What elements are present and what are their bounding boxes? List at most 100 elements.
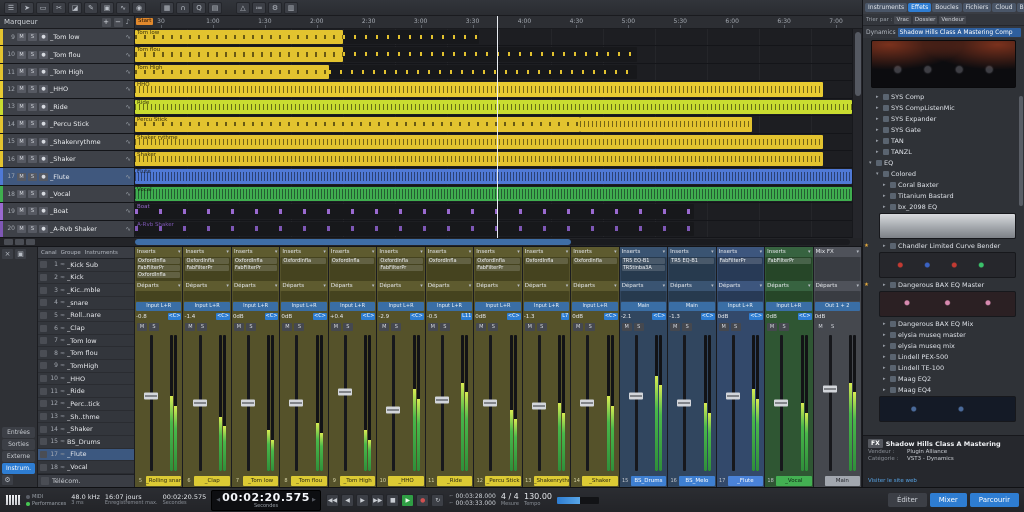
insert-slot[interactable]: TR5 EQ-B1 bbox=[621, 258, 666, 264]
track-solo-button[interactable]: S bbox=[28, 68, 37, 77]
strip-mute-button[interactable]: M bbox=[330, 322, 341, 331]
quantize-icon[interactable]: Q bbox=[192, 1, 206, 14]
track-mute-button[interactable]: M bbox=[17, 85, 26, 94]
record-time-field[interactable]: 16:07 jours Enregistrement max. bbox=[105, 494, 158, 507]
io-label[interactable]: Input L+R bbox=[426, 302, 473, 311]
channel-row[interactable]: 11 ≈ _Ride bbox=[38, 385, 134, 399]
strip-solo-button[interactable]: S bbox=[245, 322, 256, 331]
sends-header[interactable]: Départs ▾ bbox=[377, 281, 425, 291]
track-lane[interactable]: Shaker bbox=[135, 150, 852, 168]
strip-name[interactable]: _Rolling snare bbox=[146, 475, 182, 486]
browser-item[interactable]: ▸ Dangerous BAX EQ Mix bbox=[863, 318, 1024, 329]
fader-handle[interactable] bbox=[580, 399, 595, 407]
inserts-header[interactable]: Inserts ▾ bbox=[474, 247, 522, 257]
sends-header[interactable]: Départs ▾ bbox=[474, 281, 522, 291]
track-solo-button[interactable]: S bbox=[28, 137, 37, 146]
track-solo-button[interactable]: S bbox=[28, 120, 37, 129]
clip[interactable]: Percu Stick bbox=[135, 117, 580, 132]
gain-value[interactable]: -2.1 bbox=[621, 314, 632, 320]
insert-slot[interactable]: FabFilterPr bbox=[185, 265, 229, 271]
browser-item[interactable]: ★ ▸ Dangerous BAX EQ Master bbox=[863, 279, 1024, 290]
track-lane[interactable]: Tom flou bbox=[135, 46, 852, 63]
strip-solo-button[interactable]: S bbox=[391, 322, 402, 331]
track-record-button[interactable]: ● bbox=[39, 102, 48, 111]
gain-value[interactable]: 0dB bbox=[766, 314, 777, 320]
fader-handle[interactable] bbox=[192, 399, 207, 407]
fader-handle[interactable] bbox=[240, 399, 255, 407]
fader-handle[interactable] bbox=[531, 402, 546, 410]
sends-list[interactable] bbox=[329, 291, 376, 301]
insert-slot[interactable]: OxfordInfla bbox=[476, 258, 520, 264]
inserts-list[interactable]: OxfordInfla bbox=[426, 257, 473, 281]
strip-name[interactable]: _Tom High bbox=[339, 475, 376, 486]
stop-icon[interactable]: ■ bbox=[386, 493, 400, 507]
strip-solo-button[interactable]: S bbox=[536, 322, 547, 331]
plugin-thumbnail[interactable] bbox=[879, 291, 1016, 317]
sends-header[interactable]: Départs ▾ bbox=[716, 281, 765, 291]
mute-tool-icon[interactable]: ▣ bbox=[100, 1, 114, 14]
track-header[interactable]: 9 M S ● _Tom low ∿ bbox=[0, 29, 135, 46]
track-size-button[interactable] bbox=[4, 239, 13, 245]
pan-value[interactable]: <C> bbox=[216, 313, 230, 320]
column-canal[interactable]: Canal bbox=[41, 250, 57, 256]
track-header[interactable]: 17 M S ● _Flute ∿ bbox=[0, 168, 135, 185]
io-label[interactable]: Input L+R bbox=[475, 302, 521, 311]
strip-solo-button[interactable]: S bbox=[149, 322, 159, 331]
plugin-thumbnail[interactable] bbox=[879, 252, 1016, 278]
clip[interactable]: A-Rvb Shaker bbox=[135, 221, 695, 237]
track-lane[interactable]: Percu Stick bbox=[135, 116, 852, 133]
strip-solo-button[interactable]: S bbox=[342, 322, 353, 331]
fader-handle[interactable] bbox=[822, 385, 837, 393]
track-record-button[interactable]: ● bbox=[39, 68, 48, 77]
track-header[interactable]: 10 M S ● _Tom flou ∿ bbox=[0, 46, 135, 63]
split-tool-icon[interactable]: ✂ bbox=[52, 1, 66, 14]
inserts-header[interactable]: Inserts ▾ bbox=[135, 247, 183, 257]
inserts-list[interactable]: OxfordInfla FabFilterPr OxfordInfla bbox=[136, 257, 182, 281]
gear-icon[interactable]: ⚙ bbox=[2, 475, 13, 485]
tempo-field[interactable]: 130.00 Tempo bbox=[524, 493, 552, 507]
track-record-button[interactable]: ● bbox=[39, 172, 48, 181]
browser-item[interactable]: ▸ TANZL bbox=[863, 146, 1024, 157]
fader-handle[interactable] bbox=[628, 392, 643, 400]
inserts-list[interactable]: FabFilterPr bbox=[766, 257, 812, 281]
tab-fichiers[interactable]: Fichiers bbox=[962, 2, 992, 12]
clip[interactable]: Vocal bbox=[135, 186, 852, 202]
fader-handle[interactable] bbox=[144, 392, 159, 400]
browser-category[interactable]: Dynamics bbox=[866, 29, 896, 36]
browser-scrollbar-thumb[interactable] bbox=[1019, 96, 1023, 206]
tab-cloud[interactable]: Cloud bbox=[992, 2, 1016, 12]
gain-value[interactable]: -1.3 bbox=[669, 314, 680, 320]
strip-mute-button[interactable]: M bbox=[233, 322, 244, 331]
sends-header[interactable]: Départs ▾ bbox=[183, 281, 231, 291]
browser-item[interactable]: ▸ SYS CompListenMic bbox=[863, 102, 1024, 113]
track-size-button[interactable] bbox=[26, 239, 35, 245]
track-solo-button[interactable]: S bbox=[28, 33, 37, 42]
panel-icon[interactable]: ▥ bbox=[284, 1, 298, 14]
insert-slot[interactable]: FabFilterPr bbox=[476, 265, 520, 271]
clip[interactable]: HHO bbox=[135, 82, 824, 97]
sample-rate-field[interactable]: 48.0 kHz 3 ms bbox=[71, 494, 100, 507]
fader-handle[interactable] bbox=[434, 396, 449, 404]
inserts-list[interactable]: OxfordInfla FabFilterPr bbox=[184, 257, 230, 281]
strip-name[interactable]: _Vocal bbox=[776, 475, 812, 486]
step-forward-icon[interactable]: ▶ bbox=[356, 493, 370, 507]
fader-handle[interactable] bbox=[337, 388, 352, 396]
step-back-icon[interactable]: ◀ bbox=[341, 493, 355, 507]
position-unit-label[interactable]: Secondes bbox=[254, 503, 278, 509]
inserts-header[interactable]: Inserts ▾ bbox=[377, 247, 425, 257]
bank-instrum-button[interactable]: Instrum. bbox=[2, 463, 35, 474]
pan-value[interactable]: <C> bbox=[313, 313, 327, 320]
pan-value[interactable]: <C> bbox=[264, 313, 279, 320]
track-mute-button[interactable]: M bbox=[17, 172, 26, 181]
insert-slot[interactable]: FabFilterPr bbox=[233, 265, 278, 271]
track-solo-button[interactable]: S bbox=[28, 50, 37, 59]
sends-header[interactable]: Départs ▾ bbox=[328, 281, 377, 291]
close-icon[interactable]: × bbox=[2, 249, 13, 259]
insert-slot[interactable]: TR5tinba3A bbox=[621, 265, 666, 271]
strip-name[interactable]: _Tom low bbox=[242, 475, 279, 486]
browser-item[interactable]: ▸ SYS Comp bbox=[863, 91, 1024, 102]
inserts-list[interactable]: TR5 EQ-B1 TR5tinba3A bbox=[620, 257, 667, 281]
browser-item[interactable]: ▸ Coral Baxter bbox=[863, 179, 1024, 190]
track-mute-button[interactable]: M bbox=[17, 120, 26, 129]
track-header[interactable]: 18 M S ● _Vocal ∿ bbox=[0, 185, 135, 203]
